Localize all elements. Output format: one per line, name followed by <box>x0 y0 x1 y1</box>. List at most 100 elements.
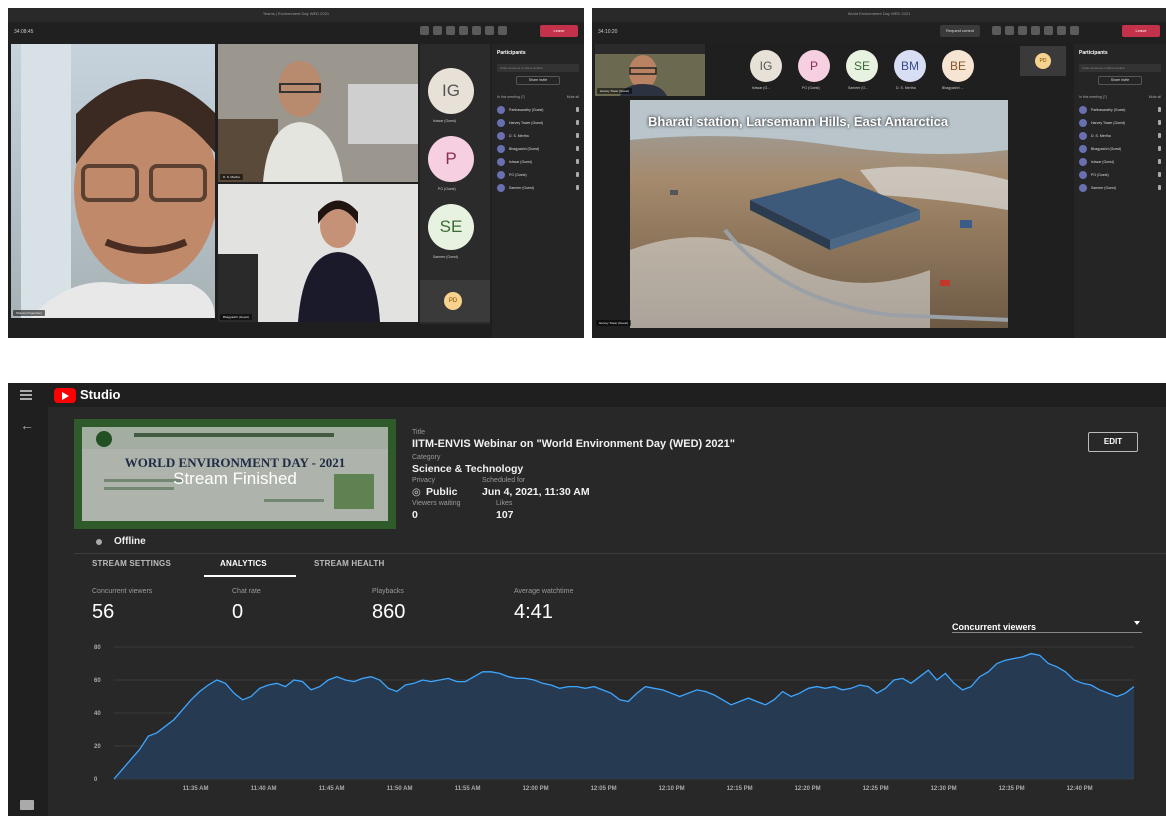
mute-all-button[interactable]: Mute all <box>567 95 579 99</box>
chat-icon[interactable] <box>433 26 442 35</box>
self-initials: PD <box>448 298 458 304</box>
participant-row[interactable]: Parthasarathy (Guest) <box>1074 103 1166 116</box>
participants-panel: Participants Invite someone or dial a nu… <box>492 44 584 338</box>
mic-icon <box>1158 120 1161 125</box>
more-icon[interactable] <box>459 26 468 35</box>
participant-row[interactable]: Sameer (Guest) <box>492 181 584 194</box>
share-icon[interactable] <box>498 26 507 35</box>
stream-title: IITM-ENVIS Webinar on "World Environment… <box>412 438 735 450</box>
x-tick-label: 12:25 PM <box>863 786 889 791</box>
camera-icon[interactable] <box>472 26 481 35</box>
participant-row[interactable]: Sameer (Guest) <box>1074 181 1166 194</box>
participant-row[interactable]: Bhagyashri (Guest) <box>1074 142 1166 155</box>
tab-stream-settings[interactable]: STREAM SETTINGS <box>92 559 171 568</box>
presenter-name-tag: Harvey Tower (Guest) <box>597 88 633 94</box>
menu-icon[interactable] <box>20 390 32 400</box>
chat-icon[interactable] <box>1005 26 1014 35</box>
offline-status-icon <box>96 539 102 545</box>
avatar <box>497 131 505 140</box>
participant-row[interactable]: Ishwar (Guest) <box>1074 155 1166 168</box>
participant-row[interactable]: Harvey Tower (Guest) <box>1074 116 1166 129</box>
meeting-toolbar <box>592 22 1166 44</box>
meeting-timer: 34:08:45 <box>14 29 34 35</box>
x-tick-label: 12:20 PM <box>795 786 821 791</box>
edit-button[interactable]: EDIT <box>1088 432 1138 452</box>
share-invite-button[interactable]: Share invite <box>516 76 560 85</box>
area-fill <box>114 653 1134 779</box>
mic-icon <box>1158 159 1161 164</box>
mute-all-button[interactable]: Mute all <box>1149 95 1161 99</box>
participant-row[interactable]: Parthasarathy (Guest) <box>492 103 584 116</box>
participant-search[interactable]: Invite someone or dial a number <box>1079 64 1161 72</box>
mic-icon[interactable] <box>1057 26 1066 35</box>
mic-icon <box>1158 146 1161 151</box>
youtube-logo-icon[interactable] <box>54 388 76 403</box>
participant-row[interactable]: PG (Guest) <box>492 168 584 181</box>
avatar <box>1079 131 1087 140</box>
mic-icon <box>576 172 579 177</box>
reactions-icon[interactable] <box>1018 26 1027 35</box>
privacy-value: Public <box>426 486 458 498</box>
request-control-button[interactable]: Request control <box>940 25 980 37</box>
participant-video <box>218 44 418 182</box>
share-invite-button[interactable]: Share invite <box>1098 76 1142 85</box>
x-tick-label: 12:40 PM <box>1067 786 1093 791</box>
stat-value: 4:41 <box>514 601 553 623</box>
avatar-initials: P <box>445 149 457 168</box>
camera-icon[interactable] <box>1044 26 1053 35</box>
x-tick-label: 12:00 PM <box>523 786 549 791</box>
studio-left-rail: ← <box>8 407 48 816</box>
teams-window-right: World Environment Day WED 2021 34:10:20 … <box>592 8 1166 338</box>
participants-icon[interactable] <box>992 26 1001 35</box>
stream-finished-text: Stream Finished <box>173 469 297 488</box>
participant-name: Parthasarathy (Guest) <box>1091 107 1126 112</box>
participant-row[interactable]: Harvey Tower (Guest) <box>492 116 584 129</box>
participant-row[interactable]: D. S. Mertha <box>492 129 584 142</box>
avatar: IG <box>750 50 782 82</box>
mic-icon <box>1158 133 1161 138</box>
avatar <box>497 170 505 179</box>
participant-row[interactable]: Ishwar (Guest) <box>492 155 584 168</box>
back-arrow-icon[interactable]: ← <box>20 417 34 433</box>
stat-value: 860 <box>372 601 406 623</box>
avatar-label: Sameer (Guest) <box>433 255 458 259</box>
avatar-label: Ishwar (G... <box>752 86 771 90</box>
meeting-controls <box>992 26 1079 35</box>
avatar: BM <box>894 50 926 82</box>
leave-button[interactable]: Leave <box>540 25 578 37</box>
participant-search[interactable]: Invite someone or dial a number <box>497 64 579 72</box>
avatar-initials: IG <box>759 59 773 73</box>
participant-name-tag: D. S. Mertha <box>220 174 243 180</box>
leave-button[interactable]: Leave <box>1122 25 1160 37</box>
scheduled-value: Jun 4, 2021, 11:30 AM <box>482 486 590 498</box>
share-icon[interactable] <box>1070 26 1079 35</box>
feedback-icon[interactable] <box>20 800 34 810</box>
speaker-video <box>21 44 215 318</box>
x-tick-label: 12:30 PM <box>931 786 957 791</box>
avatar <box>1079 170 1087 179</box>
metric-select[interactable]: Concurrent viewers <box>952 617 1142 633</box>
participant-row[interactable]: PG (Guest) <box>1074 168 1166 181</box>
public-icon: ◎ <box>412 487 421 498</box>
mic-icon[interactable] <box>485 26 494 35</box>
avatar-initials: BE <box>949 59 966 73</box>
avatar: IG <box>428 68 474 114</box>
participant-name: D. S. Mertha <box>509 133 529 138</box>
avatar-label: Sameer (G... <box>848 86 869 90</box>
participant-name: Parthasarathy (Guest) <box>509 107 544 112</box>
mic-icon <box>576 185 579 190</box>
studio-brand: Studio <box>80 387 121 402</box>
participant-row[interactable]: Bhagyashri (Guest) <box>492 142 584 155</box>
reactions-icon[interactable] <box>446 26 455 35</box>
tab-stream-health[interactable]: STREAM HEALTH <box>314 559 384 568</box>
more-icon[interactable] <box>1031 26 1040 35</box>
tab-analytics[interactable]: ANALYTICS <box>220 559 267 568</box>
participant-name: Harvey Tower (Guest) <box>1091 120 1125 125</box>
participant-name: D. S. Mertha <box>1091 133 1111 138</box>
title-bar: Teams | Environment Day WED 2021 <box>8 8 584 22</box>
avatar <box>497 183 505 192</box>
x-tick-label: 12:15 PM <box>727 786 753 791</box>
participants-icon[interactable] <box>420 26 429 35</box>
participant-row[interactable]: D. S. Mertha <box>1074 129 1166 142</box>
title-bar: World Environment Day WED 2021 <box>592 8 1166 22</box>
